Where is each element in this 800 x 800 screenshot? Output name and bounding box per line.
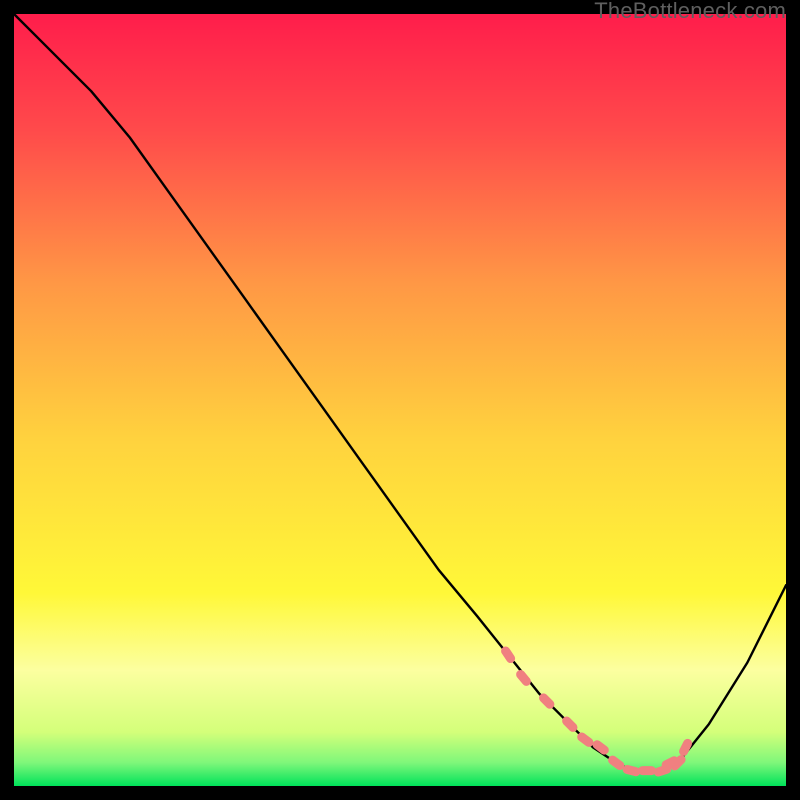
chart-frame: TheBottleneck.com [0,0,800,800]
optimal-range-markers [14,14,786,786]
marker-dot [514,668,532,688]
marker-dot [537,692,556,711]
marker-dot [575,731,595,749]
marker-dot [499,645,516,665]
marker-dot [560,715,579,734]
watermark-text: TheBottleneck.com [594,0,786,22]
marker-dot [678,737,694,757]
marker-dot [591,738,611,756]
plot-area [14,14,786,786]
marker-dot [638,766,656,775]
